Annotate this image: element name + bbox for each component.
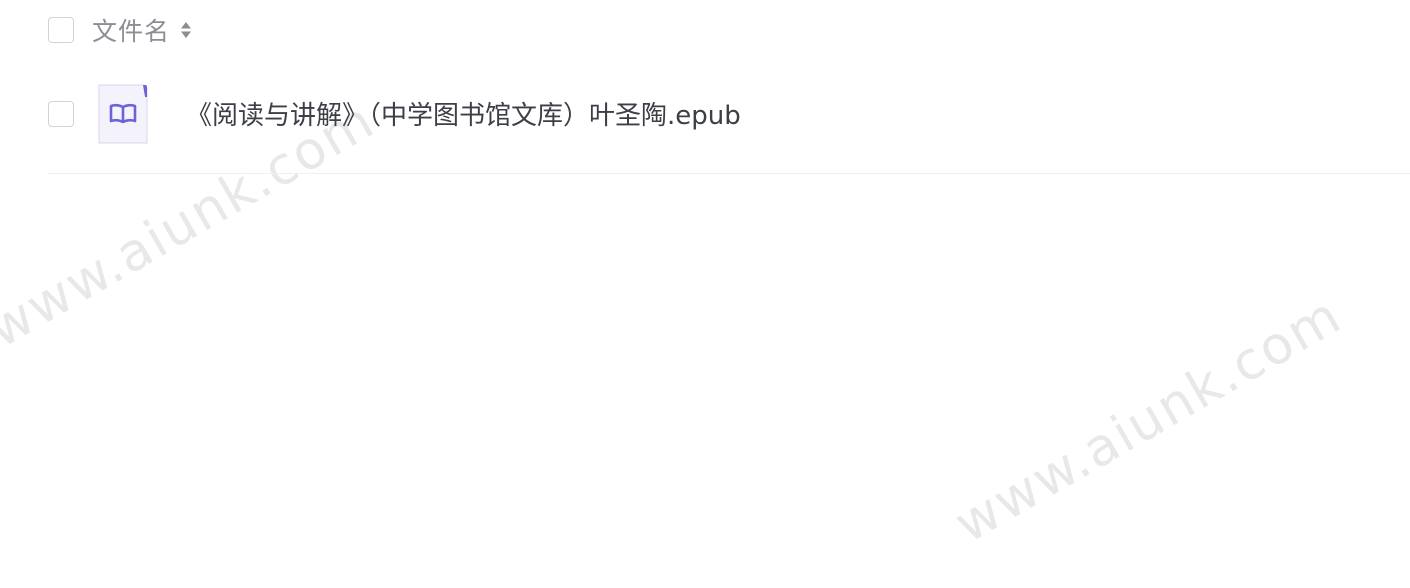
file-list-page: www.aiunk.com www.aiunk.com 文件名 《阅读与讲解》（…: [0, 0, 1410, 588]
file-list: 文件名 《阅读与讲解》（中学图书馆文库）叶圣陶.epub: [48, 0, 1410, 174]
select-all-checkbox[interactable]: [48, 17, 74, 43]
watermark: www.aiunk.com: [945, 285, 1352, 555]
file-name[interactable]: 《阅读与讲解》（中学图书馆文库）叶圣陶.epub: [186, 95, 741, 132]
list-header: 文件名: [48, 0, 1410, 60]
column-header-filename[interactable]: 文件名: [92, 12, 170, 48]
sort-icon[interactable]: [180, 19, 192, 41]
book-icon: [98, 84, 148, 143]
file-row[interactable]: 《阅读与讲解》（中学图书馆文库）叶圣陶.epub: [48, 60, 1410, 174]
file-checkbox[interactable]: [48, 100, 74, 127]
